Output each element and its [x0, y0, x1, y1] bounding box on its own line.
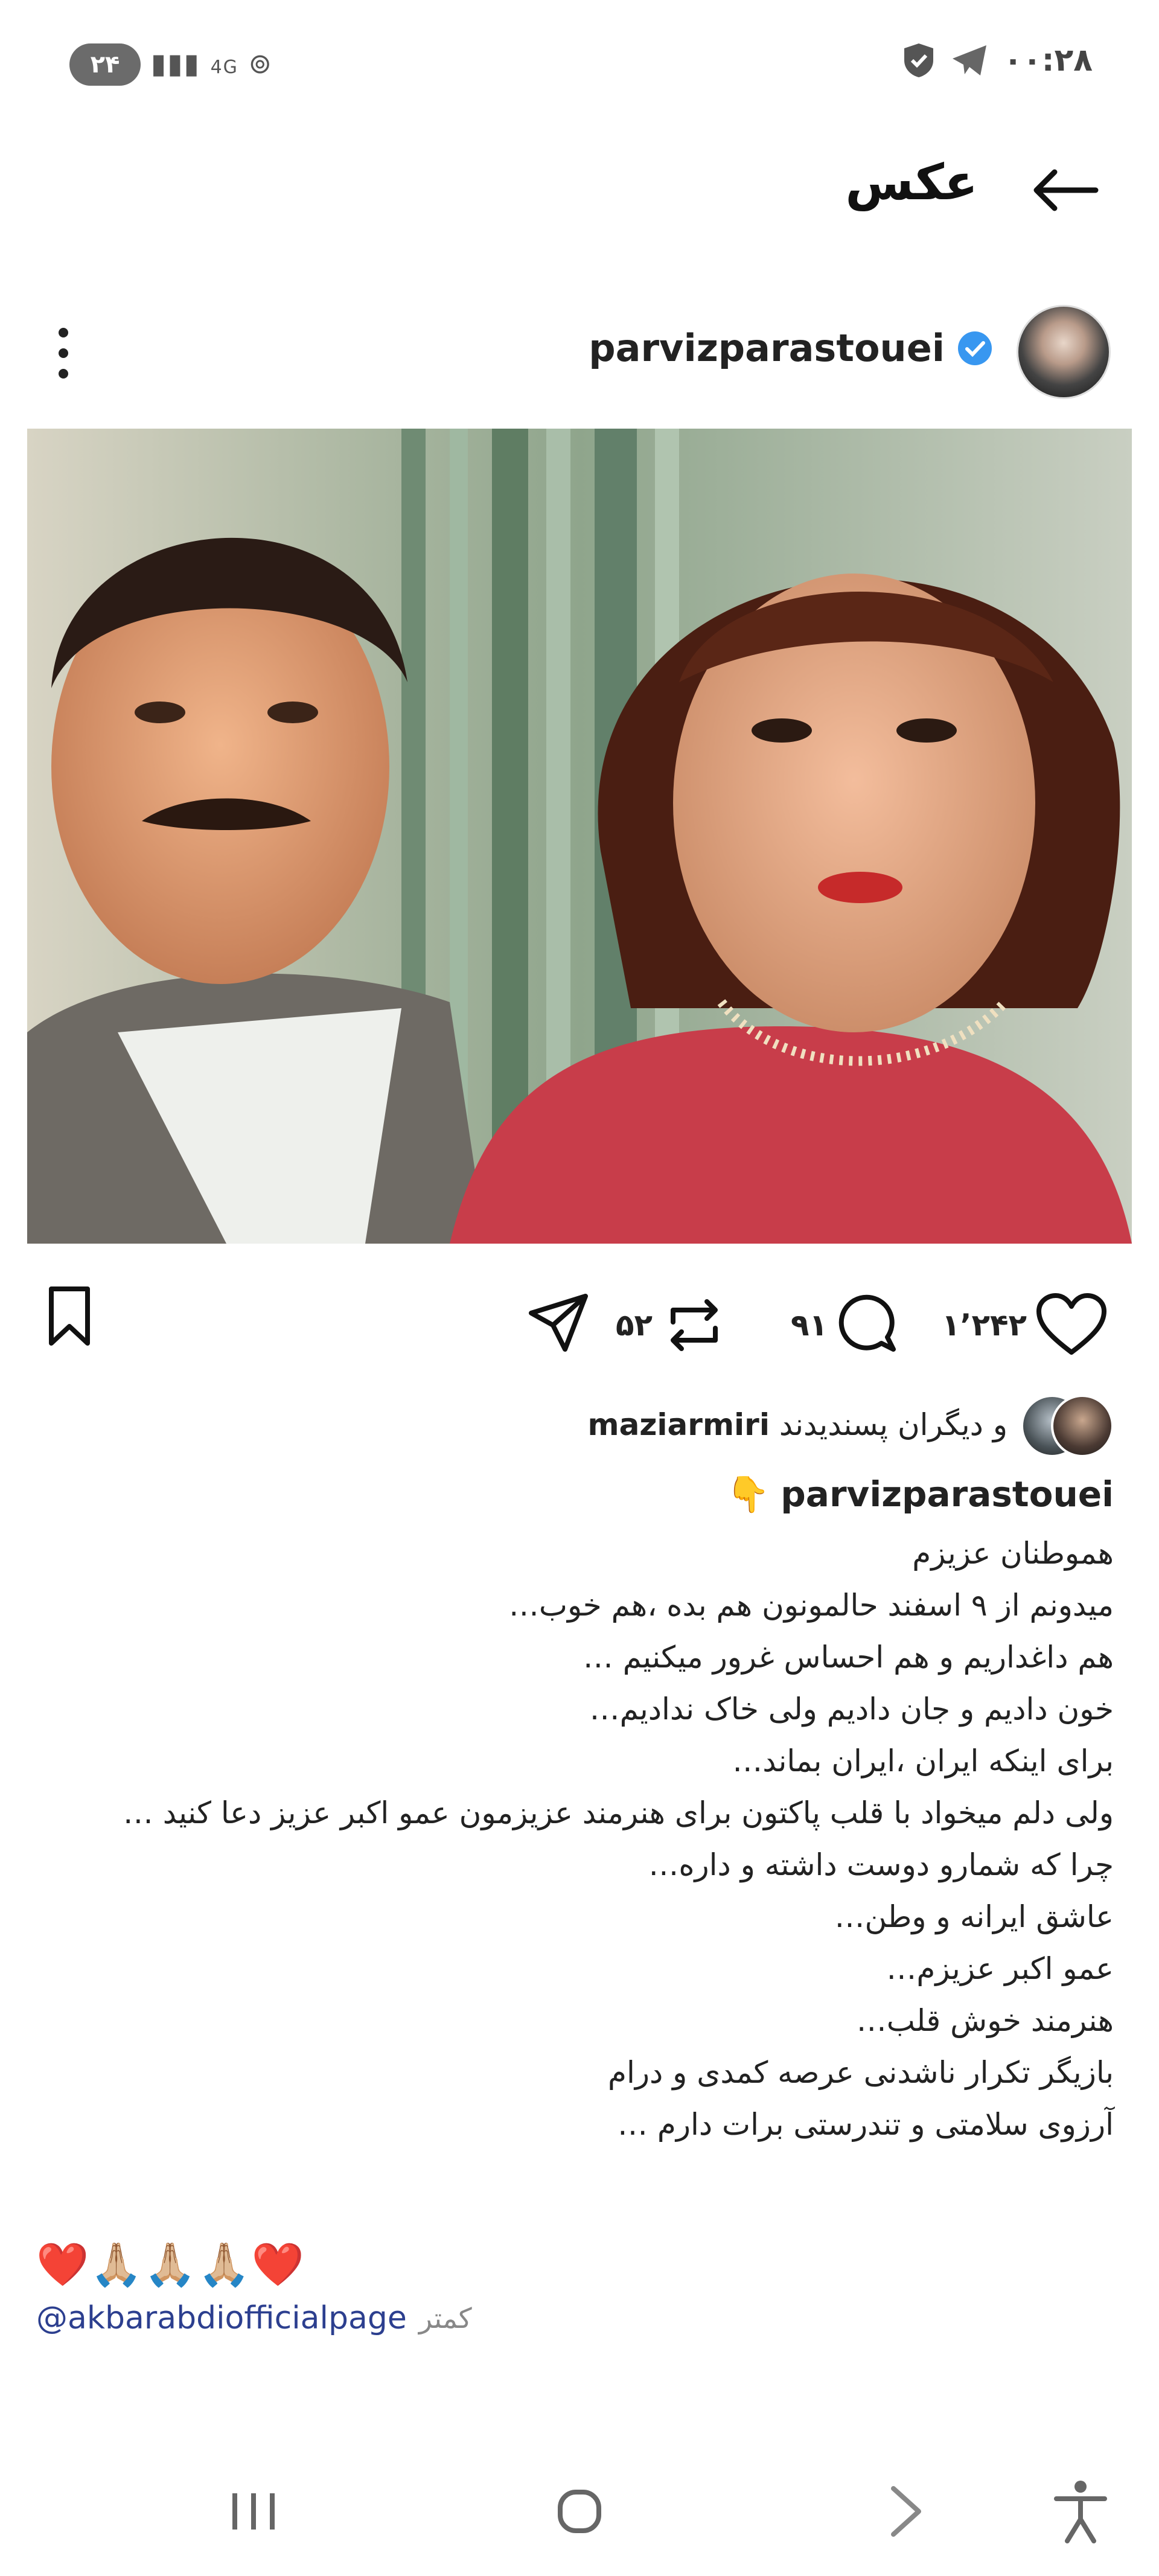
post-photo[interactable]	[27, 429, 1132, 1244]
repost-count: ۵۲	[616, 1308, 653, 1343]
photo-image	[27, 429, 1132, 1244]
caption-username[interactable]: parvizparastouei	[781, 1474, 1114, 1515]
more-vertical-icon	[59, 328, 68, 337]
liked-by-avatars	[1021, 1395, 1114, 1457]
forward-button[interactable]	[857, 2463, 954, 2560]
more-options-button[interactable]	[42, 314, 85, 392]
show-less-link[interactable]: کمتر	[419, 2302, 472, 2335]
send-icon	[529, 1294, 588, 1352]
status-right: ۰۰:۲۸	[902, 42, 1093, 78]
signal-icon: ▮▮▮ 4G ⊚	[151, 47, 273, 80]
caption: parvizparastouei 👇 هموطنان عزیزم میدونم …	[39, 1461, 1114, 2150]
post-username[interactable]: parvizparastouei	[589, 326, 945, 370]
caption-emoji-line: ❤️🙏🏼🙏🏼🙏🏼❤️	[36, 2240, 305, 2289]
arrow-left-icon	[1033, 169, 1099, 211]
caption-line: ولی دلم میخواد با قلب پاکتون برای هنرمند…	[123, 1795, 1114, 1830]
caption-line: بازیگر تکرار ناشدنی عرصه کمدی و درام	[608, 2055, 1114, 2090]
mention-link[interactable]: @akbarabdiofficialpage	[36, 2300, 407, 2336]
caption-line: عمو اکبر عزیزم…	[886, 1951, 1114, 1986]
signal-bars-icon: ▮▮▮	[151, 47, 200, 80]
caption-header: parvizparastouei 👇	[39, 1461, 1114, 1527]
home-button[interactable]	[531, 2463, 628, 2560]
caption-line: میدونم از ۹ اسفند حالمونون هم بده ،هم خو…	[508, 1588, 1114, 1623]
caption-line: برای اینکه ایران ،ایران بماند…	[732, 1743, 1114, 1779]
app-bar	[0, 145, 1159, 254]
status-bar: ۲۴ ▮▮▮ 4G ⊚ ۰۰:۲۸	[0, 0, 1159, 133]
mention-row: @akbarabdiofficialpage کمتر	[36, 2300, 472, 2336]
network-type: 4G	[210, 57, 238, 78]
heart-icon	[1036, 1293, 1107, 1355]
accessibility-button[interactable]	[1032, 2463, 1129, 2560]
caption-line: خون دادیم و جان دادیم ولی خاک ندادیم…	[589, 1692, 1114, 1727]
verified-badge-icon	[958, 331, 992, 365]
caption-line: آرزوی سلامتی و تندرستی برات دارم …	[617, 2107, 1114, 2142]
comment-button[interactable]: ۹۱	[791, 1292, 902, 1358]
bookmark-icon	[49, 1286, 90, 1346]
shield-icon	[904, 43, 934, 77]
caption-line: هم داغداریم و هم احساس غرور میکنیم …	[583, 1640, 1114, 1675]
comment-icon	[838, 1294, 896, 1352]
caption-line: چرا که شمارو دوست داشته و داره…	[648, 1847, 1114, 1882]
telegram-icon	[953, 45, 987, 75]
avatar	[1051, 1395, 1114, 1457]
wifi-icon: ⊚	[248, 47, 273, 80]
like-count: ۱٬۲۴۲	[942, 1308, 1027, 1343]
avatar[interactable]	[1017, 305, 1111, 399]
home-icon	[558, 2490, 601, 2533]
pointing-down-emoji: 👇	[726, 1473, 770, 1515]
caption-line: هنرمند خوش قلب…	[856, 2003, 1114, 2038]
notification-count-badge: ۲۴	[69, 43, 141, 86]
share-button[interactable]	[525, 1289, 592, 1355]
chevron-right-icon	[891, 2486, 921, 2537]
repost-icon	[671, 1299, 718, 1351]
recent-apps-icon	[232, 2493, 275, 2530]
back-button[interactable]	[1020, 151, 1111, 229]
liked-by-row[interactable]: و دیگران پسندیدند maziarmiri	[587, 1395, 1114, 1457]
caption-line: عاشق ایرانه و وطن…	[834, 1899, 1114, 1934]
page-title: عکس	[845, 154, 978, 211]
accessibility-icon	[1054, 2481, 1107, 2543]
post-author: parvizparastouei	[589, 326, 993, 370]
caption-line: هموطنان عزیزم	[912, 1536, 1114, 1571]
like-button[interactable]: ۱٬۲۴۲	[942, 1292, 1108, 1358]
clock: ۰۰:۲۸	[1003, 42, 1093, 78]
comment-count: ۹۱	[791, 1308, 828, 1343]
repost-button[interactable]: ۵۲	[616, 1292, 727, 1358]
liked-by-text: و دیگران پسندیدند maziarmiri	[587, 1407, 1007, 1442]
liked-by-user[interactable]: maziarmiri	[587, 1407, 770, 1442]
bookmark-button[interactable]	[36, 1283, 115, 1355]
recent-apps-button[interactable]	[205, 2463, 302, 2560]
liked-by-prefix: و دیگران پسندیدند	[779, 1407, 1007, 1442]
